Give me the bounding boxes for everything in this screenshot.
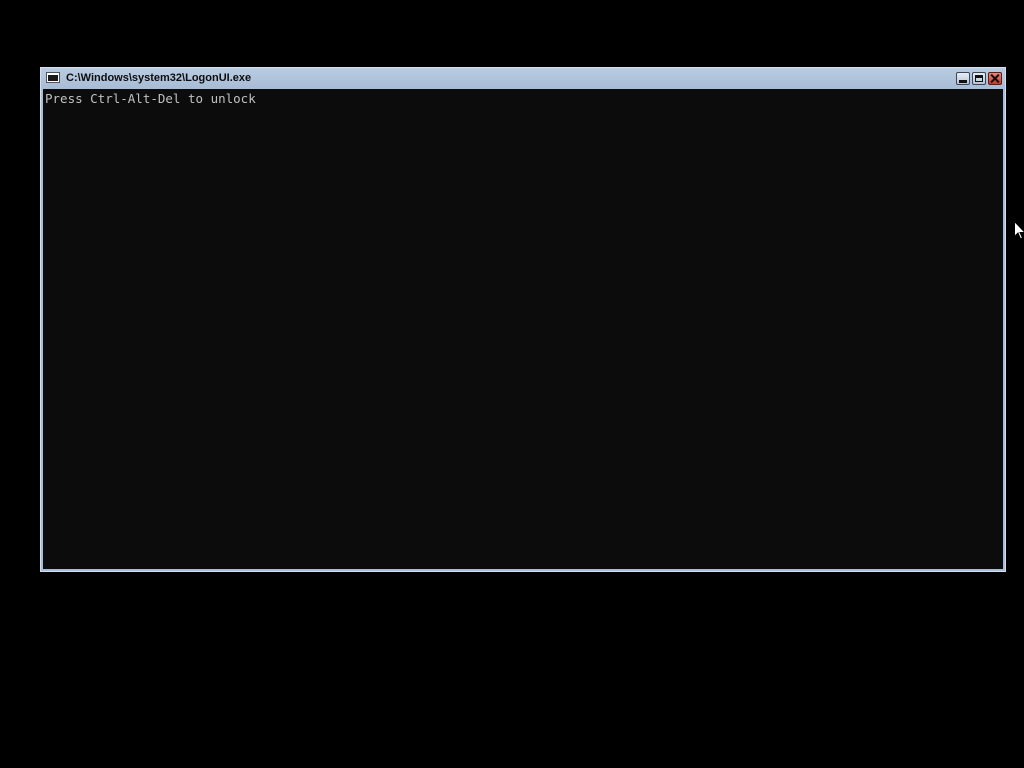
maximize-icon: [975, 75, 983, 82]
window-title: C:\Windows\system32\LogonUI.exe: [66, 72, 252, 84]
close-button[interactable]: [988, 72, 1002, 85]
mouse-pointer-icon: [1014, 221, 1024, 240]
title-bar[interactable]: C:\Windows\system32\LogonUI.exe: [41, 68, 1005, 89]
console-line: Press Ctrl-Alt-Del to unlock: [45, 91, 256, 106]
close-icon: [991, 74, 1000, 83]
console-window[interactable]: C:\Windows\system32\LogonUI.exe Press Ct…: [40, 67, 1006, 572]
maximize-button[interactable]: [972, 72, 986, 85]
console-window-icon[interactable]: [46, 72, 60, 83]
minimize-button[interactable]: [956, 72, 970, 85]
minimize-icon: [959, 79, 967, 83]
console-output[interactable]: Press Ctrl-Alt-Del to unlock: [43, 89, 1003, 569]
